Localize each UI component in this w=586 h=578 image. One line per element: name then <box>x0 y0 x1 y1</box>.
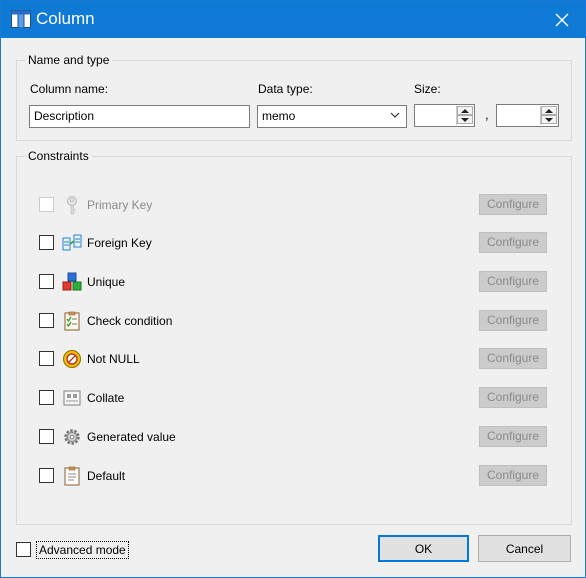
arrow-down-icon <box>461 117 469 122</box>
size-spinbox-1-up-button[interactable] <box>457 106 473 115</box>
constraint-row-generated-value: Generated value Configure <box>39 426 547 448</box>
key-icon <box>67 196 77 215</box>
default-configure-button[interactable]: Configure <box>479 465 547 486</box>
size-label: Size: <box>414 82 441 96</box>
title-bar[interactable]: Column <box>1 1 585 38</box>
size-spinbox-2[interactable] <box>496 104 559 127</box>
collate-configure-button[interactable]: Configure <box>479 387 547 408</box>
default-checkbox[interactable] <box>39 468 54 483</box>
column-name-label: Column name: <box>30 82 109 96</box>
column-dialog: Column Name and type Column name: Descri… <box>0 0 586 578</box>
not-null-label: Not NULL <box>87 352 140 366</box>
constraint-row-foreign-key: Foreign Key Configure <box>39 232 547 254</box>
data-type-value: memo <box>262 109 296 123</box>
chevron-down-icon <box>390 112 400 118</box>
table-column-icon <box>11 10 31 28</box>
advanced-mode-label[interactable]: Advanced mode <box>36 541 129 559</box>
constraints-group-label: Constraints <box>25 149 92 163</box>
ok-button[interactable]: OK <box>378 535 469 562</box>
not-null-checkbox[interactable] <box>39 351 54 366</box>
arrow-down-icon <box>545 117 553 122</box>
name-and-type-group <box>16 60 572 141</box>
close-button[interactable] <box>539 1 585 38</box>
size-spinbox-2-buttons <box>540 106 557 125</box>
check-condition-checkbox[interactable] <box>39 313 54 328</box>
unique-checkbox[interactable] <box>39 274 54 289</box>
foreign-key-icon <box>62 234 82 251</box>
primary-key-label: Primary Key <box>87 198 153 212</box>
collate-label: Collate <box>87 391 125 405</box>
foreign-key-label: Foreign Key <box>87 236 152 250</box>
checklist-icon <box>64 311 80 331</box>
name-and-type-group-label: Name and type <box>25 53 113 67</box>
collate-checkbox[interactable] <box>39 390 54 405</box>
generated-value-label: Generated value <box>87 430 176 444</box>
foreign-key-configure-button[interactable]: Configure <box>479 232 547 253</box>
constraint-row-check-condition: Check condition Configure <box>39 310 547 332</box>
size-spinbox-1-down-button[interactable] <box>457 115 473 124</box>
default-label: Default <box>87 469 126 483</box>
clipboard-icon <box>64 466 80 486</box>
arrow-up-icon <box>461 108 469 113</box>
constraint-row-collate: Collate Configure <box>39 387 547 409</box>
gear-icon <box>64 429 80 445</box>
unique-cubes-icon <box>62 272 82 291</box>
foreign-key-checkbox[interactable] <box>39 235 54 250</box>
not-null-configure-button[interactable]: Configure <box>479 348 547 369</box>
primary-key-checkbox[interactable] <box>39 197 54 212</box>
constraint-row-not-null: Not NULL Configure <box>39 348 547 370</box>
size-spinbox-2-down-button[interactable] <box>541 115 557 124</box>
size-spinbox-1-buttons <box>456 106 473 125</box>
dialog-title: Column <box>36 9 95 28</box>
constraint-row-unique: Unique Configure <box>39 271 547 293</box>
column-name-input[interactable]: Description <box>29 105 250 128</box>
cancel-button[interactable]: Cancel <box>478 535 571 562</box>
check-condition-label: Check condition <box>87 314 173 328</box>
constraint-row-primary-key: Primary Key Configure <box>39 194 547 216</box>
data-type-label: Data type: <box>258 82 313 96</box>
data-type-select[interactable]: memo <box>257 105 407 128</box>
primary-key-configure-button[interactable]: Configure <box>479 194 547 215</box>
arrow-up-icon <box>545 108 553 113</box>
size-spinbox-1[interactable] <box>414 104 475 127</box>
close-icon <box>555 13 569 26</box>
not-null-icon <box>63 350 81 368</box>
constraint-row-default: Default Configure <box>39 465 547 487</box>
check-condition-configure-button[interactable]: Configure <box>479 310 547 331</box>
generated-value-checkbox[interactable] <box>39 429 54 444</box>
size-separator: , <box>485 107 489 122</box>
unique-label: Unique <box>87 275 126 289</box>
advanced-mode-checkbox[interactable] <box>16 542 31 557</box>
generated-value-configure-button[interactable]: Configure <box>479 426 547 447</box>
size-spinbox-2-up-button[interactable] <box>541 106 557 115</box>
collate-icon <box>63 390 81 406</box>
unique-configure-button[interactable]: Configure <box>479 271 547 292</box>
